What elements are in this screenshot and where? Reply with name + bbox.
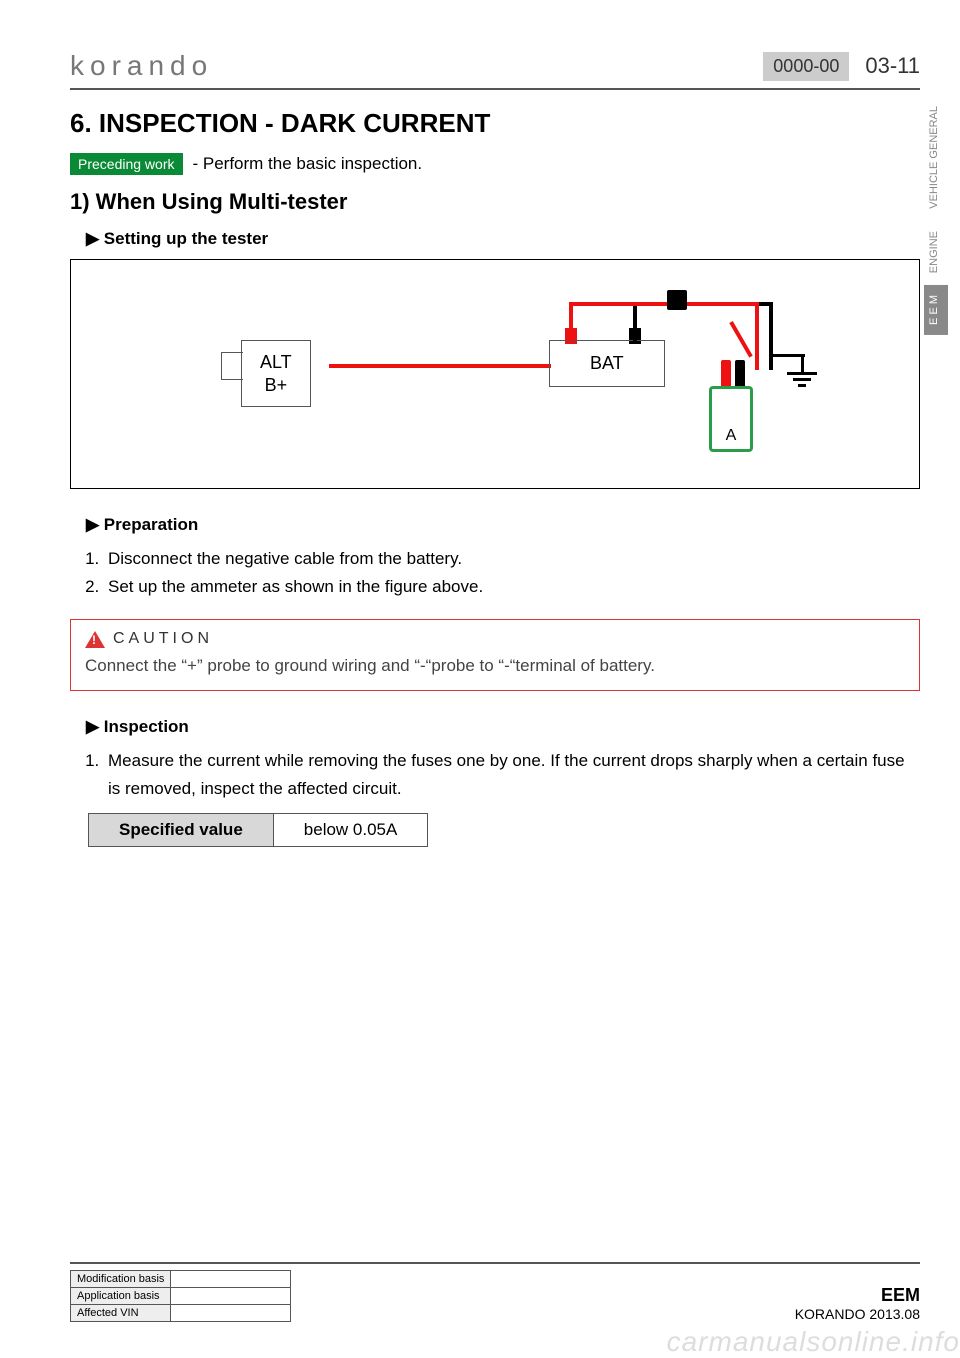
warning-icon [85,631,105,648]
ammeter-icon: A [709,386,753,452]
brand-logo: korando [70,50,213,82]
wire-black-seg2 [769,302,773,370]
table-row: Application basis [71,1288,291,1305]
table-row: Affected VIN [71,1305,291,1322]
ground-icon [787,372,817,375]
wiring-diagram: ALT B+ BAT A [70,259,920,489]
prep-step-1: Disconnect the negative cable from the b… [104,545,920,573]
footer-divider [70,1262,920,1264]
preceding-work-text: - Perform the basic inspection. [193,154,423,174]
footer-eem: EEM [795,1285,920,1306]
doc-code: 0000-00 [763,52,849,81]
spec-label: Specified value [89,814,274,847]
caution-text: Connect the “+” probe to ground wiring a… [85,656,905,676]
app-basis-label: Application basis [71,1288,171,1305]
header-divider [70,88,920,90]
battery-box: BAT [549,340,665,387]
table-row: Modification basis [71,1271,291,1288]
caution-title: CAUTION [113,630,213,648]
wire-red-seg3 [755,302,759,370]
wire-red-seg2 [569,302,759,306]
affected-vin-label: Affected VIN [71,1305,171,1322]
alt-label-1: ALT [260,352,292,372]
prep-step-2: Set up the ammeter as shown in the figur… [104,573,920,601]
inspection-steps: Measure the current while removing the f… [104,747,920,803]
setup-heading: Setting up the tester [86,229,920,249]
ground-icon-3 [798,384,806,387]
affected-vin-value [171,1305,291,1322]
spec-table: Specified value below 0.05A [88,813,428,847]
ground-wire [769,354,805,357]
preparation-heading: Preparation [86,515,920,535]
page-header: korando 0000-00 03-11 [70,50,920,82]
footer-doc-rev: KORANDO 2013.08 [795,1306,920,1322]
modification-table: Modification basis Application basis Aff… [70,1270,291,1322]
preceding-work-badge: Preceding work [70,153,183,175]
wire-black-seg [633,302,637,342]
clamp-icon [667,290,687,310]
subsection-title: 1) When Using Multi-tester [70,189,920,215]
ground-stem [801,354,804,372]
alt-connector-icon [221,352,243,380]
side-tabs: VEHICLE GENERAL ENGINE E E M [924,96,948,335]
ground-icon-2 [793,378,811,381]
preparation-steps: Disconnect the negative cable from the b… [104,545,920,601]
battery-label: BAT [590,353,624,373]
probe-red-icon [729,321,752,358]
tab-engine[interactable]: ENGINE [924,221,948,283]
app-basis-value [171,1288,291,1305]
ammeter-label: A [726,427,737,449]
page-number: 03-11 [865,53,920,79]
preceding-work-row: Preceding work - Perform the basic inspe… [70,153,920,175]
page-footer: Modification basis Application basis Aff… [70,1262,920,1322]
alt-box: ALT B+ [241,340,311,407]
mod-basis-value [171,1271,291,1288]
mod-basis-label: Modification basis [71,1271,171,1288]
alt-label-2: B+ [265,375,288,395]
inspection-heading: Inspection [86,717,920,737]
tab-eem[interactable]: E E M [924,285,948,335]
tab-vehicle-general[interactable]: VEHICLE GENERAL [924,96,948,219]
inspection-step-1: Measure the current while removing the f… [104,747,920,803]
spec-value: below 0.05A [273,814,428,847]
wire-red [329,364,551,368]
section-title: 6. INSPECTION - DARK CURRENT [70,108,920,139]
caution-box: CAUTION Connect the “+” probe to ground … [70,619,920,691]
wire-red-seg [569,302,573,342]
